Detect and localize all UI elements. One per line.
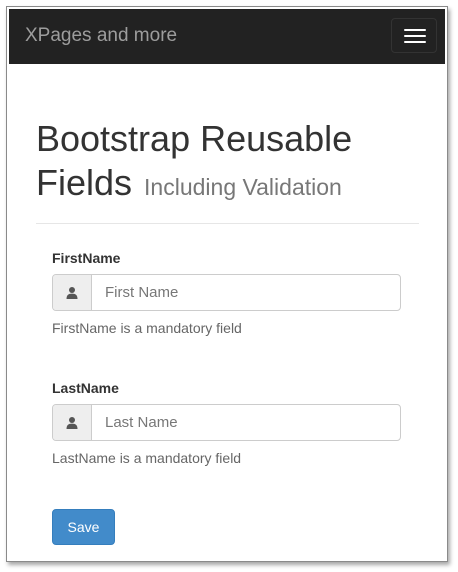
firstname-help-text: FirstName is a mandatory field: [52, 320, 242, 336]
page-subtitle: Including Validation: [144, 174, 342, 200]
firstname-label: FirstName: [52, 250, 121, 266]
lastname-addon: [53, 405, 92, 440]
firstname-input[interactable]: [93, 275, 398, 310]
firstname-input-group: [52, 274, 401, 311]
page-title: Bootstrap Reusable Fields Including Vali…: [36, 117, 436, 209]
lastname-help-text: LastName is a mandatory field: [52, 450, 242, 466]
hamburger-menu-icon-bar: [404, 41, 426, 43]
navbar: XPages and more: [9, 9, 445, 64]
user-icon: [66, 417, 78, 429]
navbar-brand[interactable]: XPages and more: [25, 25, 177, 47]
lastname-label: LastName: [52, 380, 119, 396]
lastname-input-group: [52, 404, 401, 441]
menu-toggle-button[interactable]: [391, 18, 437, 53]
user-icon: [66, 287, 78, 299]
firstname-addon: [53, 275, 92, 310]
hamburger-menu-icon: [404, 29, 426, 31]
header-divider: [36, 223, 419, 224]
browser-frame: XPages and more Bootstrap Reusable Field…: [6, 6, 448, 562]
save-button[interactable]: Save: [52, 509, 115, 545]
hamburger-menu-icon-bar: [404, 35, 426, 37]
lastname-input[interactable]: [93, 405, 398, 440]
